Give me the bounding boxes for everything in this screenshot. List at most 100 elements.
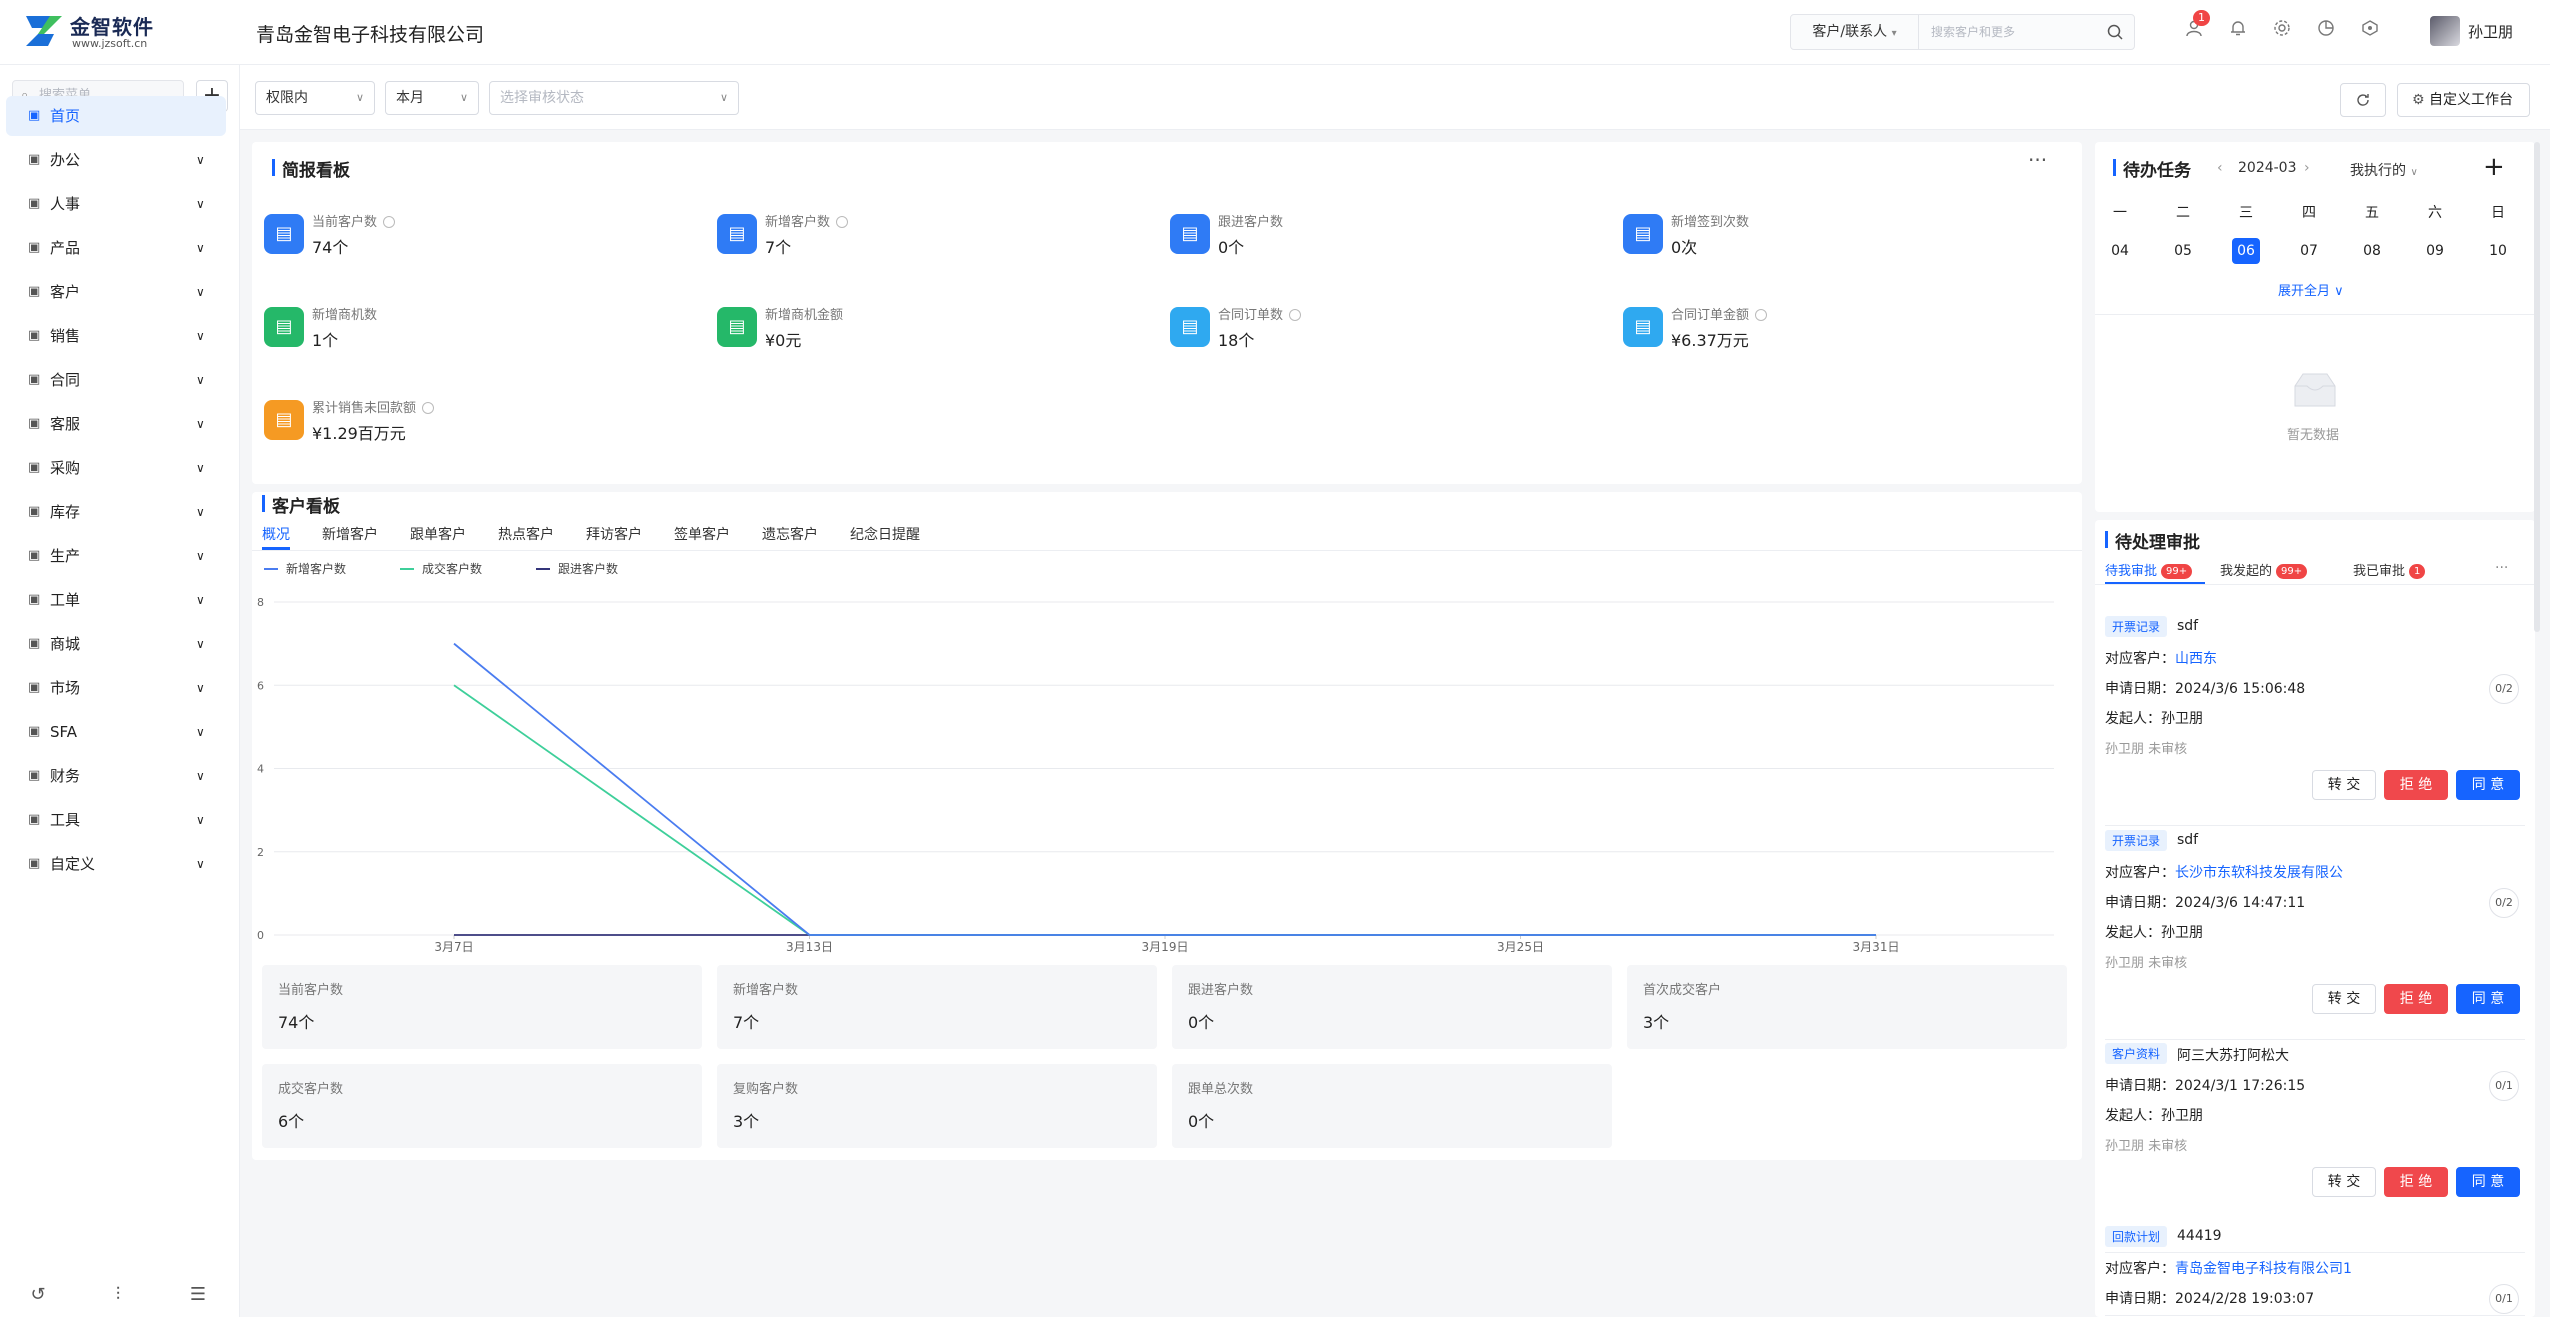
customer-tab-7[interactable]: 纪念日提醒 — [850, 524, 920, 544]
calendar-day[interactable]: 08 — [2358, 238, 2386, 264]
sliders-icon[interactable]: ⫶ — [98, 1275, 138, 1315]
reject-button[interactable]: 拒 绝 — [2384, 770, 2448, 800]
customer-tab-4[interactable]: 拜访客户 — [586, 524, 642, 544]
customer-tab-1[interactable]: 新增客户 — [322, 524, 378, 544]
reject-button[interactable]: 拒 绝 — [2384, 984, 2448, 1014]
agree-button[interactable]: 同 意 — [2456, 1167, 2520, 1197]
history-icon[interactable]: ↺ — [18, 1275, 58, 1315]
calendar-day[interactable]: 10 — [2484, 238, 2512, 264]
expand-month-link[interactable]: 展开全月 ∨ — [2278, 280, 2344, 299]
approval-item[interactable]: 回款计划 44419 对应客户：青岛金智电子科技有限公司1 申请日期：2024/2/2… — [2105, 1226, 2525, 1316]
customer-tab-5[interactable]: 签单客户 — [674, 524, 730, 544]
transfer-button[interactable]: 转 交 — [2312, 1167, 2376, 1197]
customer-tab-6[interactable]: 遗忘客户 — [762, 524, 818, 544]
agree-button[interactable]: 同 意 — [2456, 770, 2520, 800]
contacts-icon[interactable]: 1 — [2181, 10, 2210, 45]
sidebar-item-7[interactable]: ▣ 客服 ∨ — [0, 404, 225, 444]
period-select[interactable]: 本月 ∨ — [385, 81, 479, 115]
add-task-button[interactable]: + — [2483, 152, 2505, 182]
approval-status: 孙卫朋 未审核 — [2105, 956, 2188, 971]
y-tick-label: 0 — [257, 929, 264, 942]
sidebar-item-15[interactable]: ▣ 财务 ∨ — [0, 756, 225, 796]
search-icon[interactable] — [2107, 24, 2123, 40]
approval-type-tag: 开票记录 — [2105, 830, 2168, 851]
collapse-menu-icon[interactable]: ☰ — [178, 1275, 218, 1315]
reject-button[interactable]: 拒 绝 — [2384, 1167, 2448, 1197]
sidebar-item-2[interactable]: ▣ 人事 ∨ — [0, 184, 225, 224]
user-name[interactable]: 孙卫朋 — [2468, 21, 2513, 42]
approval-title: sdf — [2177, 618, 2199, 634]
empty-text: 暂无数据 — [2287, 428, 2340, 443]
calendar-day[interactable]: 07 — [2295, 238, 2323, 264]
sidebar-item-0[interactable]: ▣ 首页 — [6, 96, 226, 136]
approval-progress: 0/1 — [2489, 1284, 2519, 1314]
transfer-button[interactable]: 转 交 — [2312, 770, 2376, 800]
approval-item[interactable]: 开票记录 sdf 对应客户：山西东 申请日期：2024/3/6 15:06:48 0/2… — [2105, 616, 2525, 826]
calendar-day[interactable]: 06 — [2232, 238, 2260, 264]
approval-tab-0[interactable]: 待我审批 99+ — [2105, 560, 2193, 579]
calendar-day[interactable]: 09 — [2421, 238, 2449, 264]
next-month-icon[interactable]: › — [2304, 160, 2310, 176]
search-type-select[interactable]: 客户/联系人 ▾ — [1791, 15, 1919, 49]
agree-button[interactable]: 同 意 — [2456, 984, 2520, 1014]
sidebar-item-1[interactable]: ▣ 办公 ∨ — [0, 140, 225, 180]
customer-link[interactable]: 青岛金智电子科技有限公司1 — [2175, 1261, 2352, 1277]
customer-tab-2[interactable]: 跟单客户 — [410, 524, 466, 544]
sidebar-item-14[interactable]: ▣ SFA ∨ — [0, 712, 225, 752]
audit-status-select[interactable]: 选择审核状态 ∨ — [489, 81, 739, 115]
brief-panel: 简报看板 ··· ▤ 当前客户数 74个 ▤ 新增客户数 7个 ▤ 跟进客户数 0个 ▤ 新增签到次… — [252, 142, 2082, 484]
sidebar-item-9[interactable]: ▣ 库存 ∨ — [0, 492, 225, 532]
help-icon[interactable] — [2357, 19, 2383, 45]
sidebar-item-13[interactable]: ▣ 市场 ∨ — [0, 668, 225, 708]
task-filter-select[interactable]: 我执行的 ∨ — [2350, 160, 2418, 180]
count-badge: 99+ — [2276, 564, 2308, 579]
more-icon[interactable]: ··· — [2028, 148, 2047, 172]
approval-item[interactable]: 客户资料 阿三大苏打阿松大 申请日期：2024/3/1 17:26:15 0/1 发起人… — [2105, 1043, 2525, 1253]
sidebar-item-16[interactable]: ▣ 工具 ∨ — [0, 800, 225, 840]
calendar-day[interactable]: 05 — [2169, 238, 2197, 264]
approval-customer-row: 对应客户：山西东 — [2105, 651, 2217, 667]
building-icon: ▤ — [717, 214, 757, 254]
approval-tab-1[interactable]: 我发起的 99+ — [2220, 560, 2308, 579]
approval-type-tag: 开票记录 — [2105, 616, 2168, 637]
approval-status: 孙卫朋 未审核 — [2105, 742, 2188, 757]
pie-chart-icon[interactable] — [2313, 19, 2339, 45]
customer-tab-3[interactable]: 热点客户 — [498, 524, 554, 544]
chevron-down-icon: ∨ — [196, 417, 205, 431]
customer-link[interactable]: 山西东 — [2175, 651, 2217, 667]
gear-icon[interactable] — [2269, 19, 2295, 45]
sidebar-item-4[interactable]: ▣ 客户 ∨ — [0, 272, 225, 312]
weekday-label: 六 — [2428, 205, 2442, 221]
custom-workbench-button[interactable]: ⚙ 自定义工作台 — [2397, 83, 2530, 117]
more-icon[interactable]: ··· — [2495, 560, 2508, 576]
sidebar-item-11[interactable]: ▣ 工单 ∨ — [0, 580, 225, 620]
summary-value: 6个 — [278, 1112, 305, 1131]
refresh-button[interactable] — [2340, 83, 2386, 117]
empty-box-icon — [2294, 373, 2336, 407]
bell-icon[interactable] — [2225, 19, 2251, 45]
sidebar-item-12[interactable]: ▣ 商城 ∨ — [0, 624, 225, 664]
sidebar-item-8[interactable]: ▣ 采购 ∨ — [0, 448, 225, 488]
transfer-button[interactable]: 转 交 — [2312, 984, 2376, 1014]
global-search-input[interactable]: 搜索客户和更多 — [1931, 15, 2015, 49]
scrollbar[interactable] — [2534, 142, 2540, 632]
legend-label: 新增客户数 — [286, 561, 346, 576]
calendar-day[interactable]: 04 — [2106, 238, 2134, 264]
sidebar-item-17[interactable]: ▣ 自定义 ∨ — [0, 844, 225, 884]
approval-customer-row: 对应客户：长沙市东软科技发展有限公 — [2105, 865, 2343, 881]
chevron-down-icon: ∨ — [196, 725, 205, 739]
sidebar-item-3[interactable]: ▣ 产品 ∨ — [0, 228, 225, 268]
sidebar-item-label: 首页 — [50, 107, 81, 125]
customer-link[interactable]: 长沙市东软科技发展有限公 — [2175, 865, 2343, 881]
user-avatar[interactable] — [2430, 16, 2460, 46]
customer-tab-0[interactable]: 概况 — [262, 524, 290, 544]
summary-card: 复购客户数 3个 — [717, 1064, 1157, 1148]
prev-month-icon[interactable]: ‹ — [2217, 160, 2223, 176]
sidebar-item-5[interactable]: ▣ 销售 ∨ — [0, 316, 225, 356]
sidebar-item-10[interactable]: ▣ 生产 ∨ — [0, 536, 225, 576]
chevron-down-icon: ∨ — [196, 505, 205, 519]
approval-tab-2[interactable]: 我已审批 1 — [2353, 560, 2426, 579]
approval-item[interactable]: 开票记录 sdf 对应客户：长沙市东软科技发展有限公 申请日期：2024/3/6 14… — [2105, 830, 2525, 1040]
sidebar-item-6[interactable]: ▣ 合同 ∨ — [0, 360, 225, 400]
scope-select[interactable]: 权限内 ∨ — [255, 81, 375, 115]
